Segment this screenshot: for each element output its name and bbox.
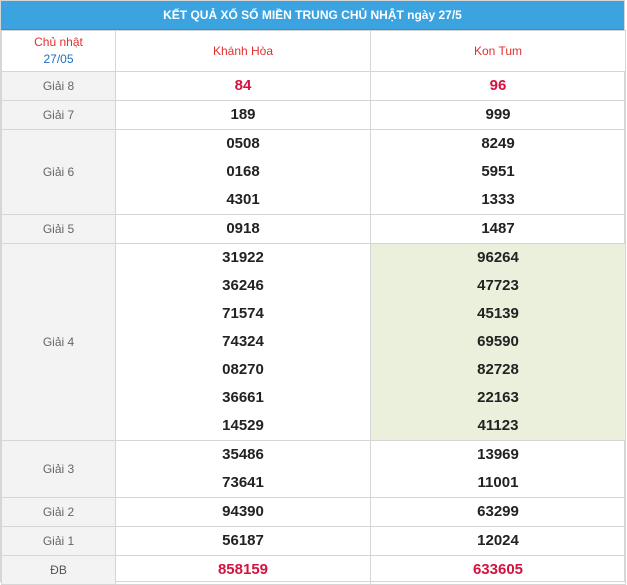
prize-row-g5: Giải 5 0918 1487 (1, 214, 626, 244)
prize-label: Giải 1 (1, 526, 116, 556)
day-label[interactable]: Chủ nhật (2, 34, 115, 51)
prize-row-g3: Giải 3 35486 73641 13969 11001 (1, 440, 626, 498)
prize-label: Giải 5 (1, 214, 116, 244)
result-number: 36246 (222, 277, 264, 294)
result-number: 22163 (477, 389, 519, 406)
special-prize-number: 858159 (217, 561, 269, 578)
result-number: 36661 (222, 389, 264, 406)
result-number: 08270 (222, 361, 264, 378)
result-cell-khanh-hoa: 31922 36246 71574 74324 08270 36661 1452… (115, 243, 371, 441)
result-cell-kon-tum: 12024 (370, 526, 626, 556)
result-number: 82728 (477, 361, 519, 378)
result-number: 84 (234, 77, 252, 94)
result-cell-khanh-hoa: 0508 0168 4301 (115, 129, 371, 215)
prize-row-g6: Giải 6 0508 0168 4301 8249 5951 1333 (1, 129, 626, 215)
prize-label: ĐB (1, 555, 116, 585)
province-header-kon-tum: Kon Tum (370, 30, 626, 72)
result-number: 56187 (222, 532, 264, 549)
result-cell-khanh-hoa: 56187 (115, 526, 371, 556)
result-cell-kon-tum: 633605 (370, 555, 626, 585)
result-number: 47723 (477, 277, 519, 294)
result-number: 4301 (226, 191, 260, 208)
result-number: 189 (230, 106, 256, 123)
result-number: 1333 (481, 191, 515, 208)
result-cell-kon-tum: 8249 5951 1333 (370, 129, 626, 215)
prize-label: Giải 7 (1, 100, 116, 130)
results-title: KẾT QUẢ XỔ SỐ MIỀN TRUNG CHỦ NHẬT ngày 2… (1, 1, 624, 30)
day-date: 27/05 (43, 52, 74, 66)
result-number: 999 (485, 106, 511, 123)
result-cell-khanh-hoa: 35486 73641 (115, 440, 371, 498)
result-number: 96 (489, 77, 507, 94)
prize-row-special: ĐB 858159 633605 (1, 555, 626, 585)
result-number: 1487 (481, 220, 515, 237)
result-number: 0168 (226, 163, 260, 180)
prize-row-g4: Giải 4 31922 36246 71574 74324 08270 366… (1, 243, 626, 441)
result-number: 41123 (477, 417, 519, 434)
result-cell-khanh-hoa: 0918 (115, 214, 371, 244)
result-cell-kon-tum: 96 (370, 71, 626, 101)
result-number: 73641 (222, 474, 264, 491)
province-header-khanh-hoa: Khánh Hòa (115, 30, 371, 72)
result-number: 63299 (477, 503, 519, 520)
special-prize-number: 633605 (472, 561, 524, 578)
prize-label: Giải 2 (1, 497, 116, 527)
result-cell-kon-tum: 1487 (370, 214, 626, 244)
province-link-kon-tum[interactable]: Kon Tum (474, 44, 522, 58)
result-number: 11001 (477, 474, 519, 491)
result-number: 74324 (222, 333, 264, 350)
result-cell-khanh-hoa: 94390 (115, 497, 371, 527)
result-cell-kon-tum: 13969 11001 (370, 440, 626, 498)
result-number: 14529 (222, 417, 264, 434)
result-cell-kon-tum: 96264 47723 45139 69590 82728 22163 4112… (370, 243, 626, 441)
result-cell-khanh-hoa: 84 (115, 71, 371, 101)
result-number: 35486 (222, 446, 264, 463)
result-number: 13969 (477, 446, 519, 463)
result-cell-khanh-hoa: 858159 (115, 555, 371, 585)
result-number: 71574 (222, 305, 264, 322)
prize-row-g2: Giải 2 94390 63299 (1, 497, 626, 527)
prize-label: Giải 6 (1, 129, 116, 215)
result-number: 0918 (226, 220, 260, 237)
prize-row-g8: Giải 8 84 96 (1, 71, 626, 101)
table-header-row: Chủ nhật 27/05 Khánh Hòa Kon Tum (1, 30, 626, 72)
result-cell-kon-tum: 63299 (370, 497, 626, 527)
result-number: 12024 (477, 532, 519, 549)
prize-row-g1: Giải 1 56187 12024 (1, 526, 626, 556)
day-cell: Chủ nhật 27/05 (1, 30, 116, 72)
result-number: 45139 (477, 305, 519, 322)
result-number: 0508 (226, 135, 260, 152)
result-cell-khanh-hoa: 189 (115, 100, 371, 130)
province-link-khanh-hoa[interactable]: Khánh Hòa (213, 44, 273, 58)
result-number: 5951 (481, 163, 515, 180)
results-table: Chủ nhật 27/05 Khánh Hòa Kon Tum Giải 8 … (1, 30, 626, 585)
result-number: 69590 (477, 333, 519, 350)
lottery-results-panel: KẾT QUẢ XỔ SỐ MIỀN TRUNG CHỦ NHẬT ngày 2… (0, 0, 626, 585)
result-cell-kon-tum: 999 (370, 100, 626, 130)
prize-label: Giải 8 (1, 71, 116, 101)
prize-row-g7: Giải 7 189 999 (1, 100, 626, 130)
result-number: 8249 (481, 135, 515, 152)
result-number: 31922 (222, 249, 264, 266)
prize-label: Giải 4 (1, 243, 116, 441)
prize-label: Giải 3 (1, 440, 116, 498)
result-number: 94390 (222, 503, 264, 520)
result-number: 96264 (477, 249, 519, 266)
